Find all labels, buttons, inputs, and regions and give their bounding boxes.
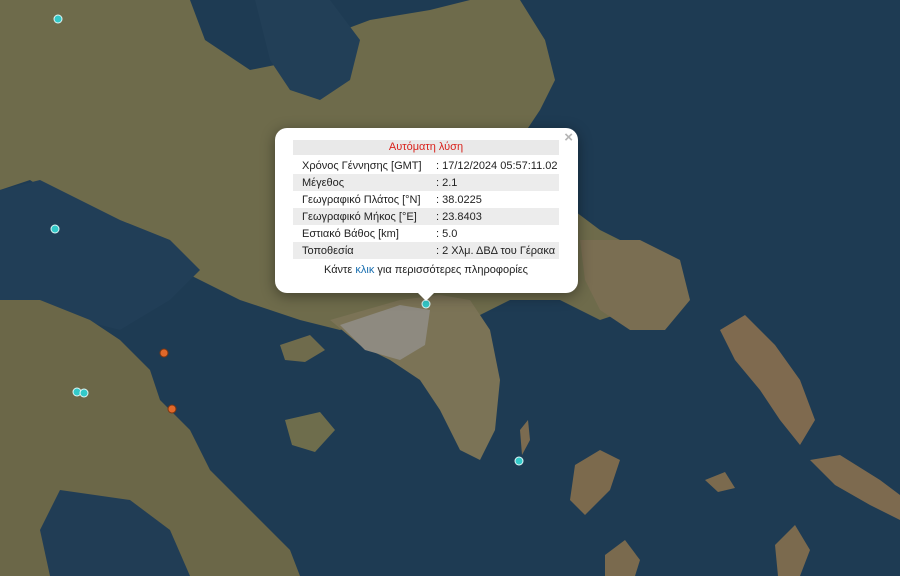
- map-marker-m7[interactable]: [514, 456, 524, 466]
- map-marker-m2[interactable]: [50, 224, 60, 234]
- map-marker-m6[interactable]: [167, 404, 177, 414]
- row-label: Μέγεθος: [293, 174, 436, 191]
- table-row: Γεωγραφικό Πλάτος [°N] : 38.0225: [293, 191, 559, 208]
- table-row: Εστιακό Βάθος [km] : 5.0: [293, 225, 559, 242]
- row-value: : 2.1: [436, 174, 559, 191]
- popup-title: Αυτόματη λύση: [293, 140, 559, 155]
- row-label: Εστιακό Βάθος [km]: [302, 227, 399, 240]
- map-marker-m4[interactable]: [79, 388, 89, 398]
- table-row: Γεωγραφικό Μήκος [°E] : 23.8403: [293, 208, 559, 225]
- more-info-link[interactable]: κλικ: [355, 264, 374, 276]
- table-row: Τοποθεσία : 2 Χλμ. ΔΒΔ του Γέρακα: [293, 242, 559, 259]
- row-value: : 2 Χλμ. ΔΒΔ του Γέρακα: [436, 242, 559, 259]
- row-value: : 23.8403: [436, 208, 559, 225]
- table-row: Χρόνος Γέννησης [GMT] : 17/12/2024 05:57…: [293, 157, 559, 174]
- row-label: Τοποθεσία: [293, 242, 436, 259]
- map-marker-m5[interactable]: [159, 348, 169, 358]
- row-label: Χρόνος Γέννησης [GMT]: [302, 159, 422, 172]
- row-value: : 5.0: [436, 227, 458, 240]
- popup-footer: Κάντε κλικ για περισσότερες πληροφορίες: [293, 264, 559, 276]
- row-label: Γεωγραφικό Πλάτος [°N]: [302, 193, 421, 206]
- earthquake-info-popup: × Αυτόματη λύση Χρόνος Γέννησης [GMT] : …: [275, 128, 578, 301]
- info-table: Χρόνος Γέννησης [GMT] : 17/12/2024 05:57…: [293, 157, 559, 259]
- close-icon[interactable]: ×: [564, 129, 573, 147]
- footer-prefix: Κάντε: [324, 264, 356, 276]
- row-value: : 17/12/2024 05:57:11.02: [436, 159, 558, 172]
- footer-suffix: για περισσότερες πληροφορίες: [374, 264, 528, 276]
- map-marker-m1[interactable]: [53, 14, 63, 24]
- row-value: : 38.0225: [436, 193, 482, 206]
- table-row: Μέγεθος : 2.1: [293, 174, 559, 191]
- row-label: Γεωγραφικό Μήκος [°E]: [293, 208, 436, 225]
